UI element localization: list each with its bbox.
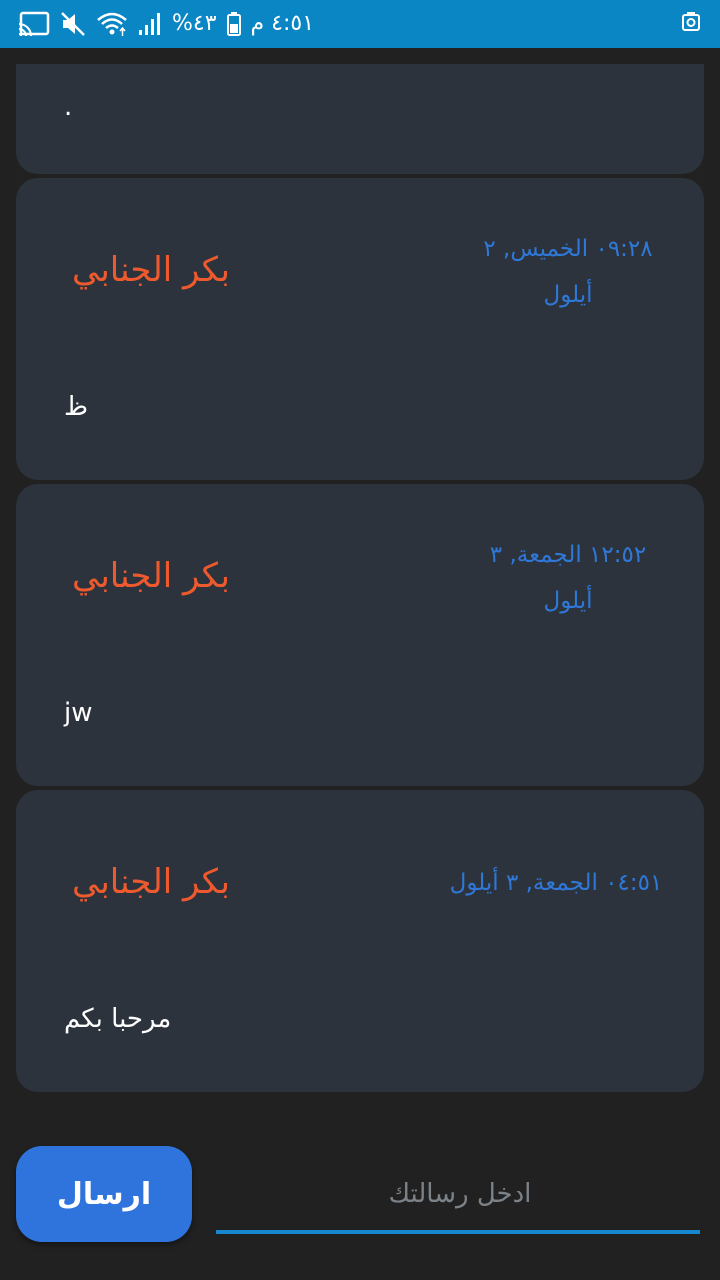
timestamp-line: أيلول xyxy=(543,588,593,614)
message-text: jw xyxy=(64,698,93,728)
message-timestamp: ١٢:٥٢ الجمعة, ٣ أيلول xyxy=(438,532,698,624)
status-bar-left: ٤:٥١ م ٤٣% xyxy=(18,0,314,48)
battery-icon xyxy=(226,12,241,36)
signal-icon xyxy=(138,12,162,36)
status-bar: ٤:٥١ م ٤٣% xyxy=(0,0,720,48)
sender-name: بكر الجنابي xyxy=(72,862,230,902)
sender-name: بكر الجنابي xyxy=(72,556,230,596)
message-card: بكر الجنابي ٠٩:٢٨ الخميس, ٢ أيلول ظ xyxy=(16,178,704,480)
status-time: ٤:٥١ م xyxy=(250,11,315,36)
wifi-icon xyxy=(96,11,128,37)
timestamp-line: أيلول xyxy=(543,282,593,308)
message-timestamp: ٠٩:٢٨ الخميس, ٢ أيلول xyxy=(438,226,698,318)
message-card: بكر الجنابي ٠٤:٥١ الجمعة, ٣ أيلول مرحبا … xyxy=(16,790,704,1092)
timestamp-line: ١٢:٥٢ الجمعة, ٣ xyxy=(489,542,647,568)
message-card: . xyxy=(16,64,704,174)
battery-percent: ٤٣% xyxy=(172,11,217,36)
screenshot-icon xyxy=(682,12,700,32)
timestamp-line: ٠٤:٥١ الجمعة, ٣ أيلول xyxy=(449,870,663,896)
message-text: ظ xyxy=(64,392,89,422)
message-timestamp: ٠٤:٥١ الجمعة, ٣ أيلول xyxy=(436,860,676,906)
message-card: بكر الجنابي ١٢:٥٢ الجمعة, ٣ أيلول jw xyxy=(16,484,704,786)
message-text: . xyxy=(64,92,73,122)
message-input-wrapper xyxy=(216,1160,704,1234)
mute-icon xyxy=(60,11,86,37)
cast-icon xyxy=(18,11,50,37)
message-input[interactable] xyxy=(216,1160,704,1228)
send-button[interactable]: ارسال xyxy=(16,1146,192,1242)
timestamp-line: ٠٩:٢٨ الخميس, ٢ xyxy=(483,236,653,262)
sender-name: بكر الجنابي xyxy=(72,250,230,290)
message-text: مرحبا بكم xyxy=(64,1004,172,1034)
